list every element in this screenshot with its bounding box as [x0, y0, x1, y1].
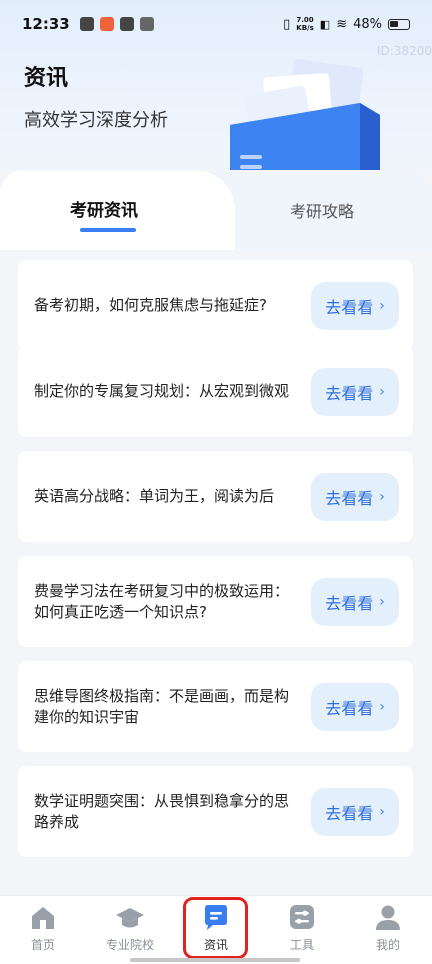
net-speed: 7.00 KB/s [296, 16, 313, 32]
user-icon [376, 905, 400, 930]
nav-tools-label: 工具 [289, 938, 314, 952]
app-notification-icon [79, 17, 94, 31]
nav-home-label: 首页 [30, 938, 55, 952]
article-title: 制定你的专属复习规划：从宏观到微观 [34, 382, 290, 400]
net-speed-unit: KB/s [296, 24, 314, 32]
view-button[interactable]: 去看看 › [311, 281, 399, 330]
status-bar: 12:33 ▯ 7.00 KB/s ◧ ≋ 48% [0, 0, 432, 48]
nav-profile-label: 我的 [375, 938, 400, 952]
status-time: 12:33 [22, 15, 70, 33]
graduation-cap-icon [116, 908, 144, 928]
view-button[interactable]: 去看看 › [311, 367, 399, 416]
chevron-right-icon: › [379, 803, 385, 820]
app-notification-icon [139, 17, 154, 31]
notification-icons [79, 17, 154, 31]
article-card[interactable]: 英语高分战略：单词为王，阅读为后 去看看 › [18, 451, 413, 542]
article-title: 数学证明题突围：从畏惧到稳拿分的思路养成 [34, 791, 290, 831]
chevron-right-icon: › [379, 297, 385, 314]
vibrate-icon: ▯ [283, 16, 291, 32]
active-tab-highlight [183, 897, 248, 959]
watermark: ID:38200 [377, 44, 432, 58]
nfc-icon: ◧ [319, 17, 331, 31]
article-card[interactable]: 思维导图终极指南：不是画画，而是构建你的知识宇宙 去看看 › [18, 661, 413, 752]
battery-level: 48% [353, 16, 382, 32]
chevron-right-icon: › [379, 593, 385, 610]
nav-schools-label: 专业院校 [105, 938, 154, 952]
home-icon [32, 907, 54, 929]
view-button-label: 去看看 [325, 297, 374, 317]
home-indicator[interactable] [130, 958, 300, 962]
article-card[interactable]: 制定你的专属复习规划：从宏观到微观 去看看 › [18, 346, 413, 437]
app-notification-icon [119, 17, 134, 31]
chevron-right-icon: › [379, 383, 385, 400]
article-card[interactable]: 费曼学习法在考研复习中的极致运用：如何真正吃透一个知识点? 去看看 › [18, 556, 413, 647]
view-button-label: 去看看 [325, 593, 374, 613]
tab-active-indicator [80, 228, 136, 232]
chevron-right-icon: › [379, 488, 385, 505]
view-button[interactable]: 去看看 › [311, 577, 399, 626]
nav-profile[interactable]: 我的 [348, 902, 428, 953]
article-title: 费曼学习法在考研复习中的极致运用：如何真正吃透一个知识点? [34, 581, 290, 621]
nav-home[interactable]: 首页 [3, 902, 83, 953]
tab-news[interactable]: 考研资讯 [70, 196, 138, 221]
wifi-icon: ≋ [336, 16, 348, 32]
article-card[interactable]: 数学证明题突围：从畏惧到稳拿分的思路养成 去看看 › [18, 766, 413, 857]
battery-icon [388, 18, 410, 30]
app-notification-icon [99, 17, 114, 31]
page-title: 资讯 [24, 66, 69, 91]
view-button-label: 去看看 [325, 803, 374, 823]
article-title: 英语高分战略：单词为王，阅读为后 [34, 487, 275, 505]
article-title: 思维导图终极指南：不是画画，而是构建你的知识宇宙 [34, 686, 290, 726]
view-button[interactable]: 去看看 › [311, 472, 399, 521]
net-speed-value: 7.00 [296, 16, 314, 24]
view-button[interactable]: 去看看 › [311, 787, 399, 836]
nav-schools[interactable]: 专业院校 [90, 902, 170, 953]
article-card[interactable]: 备考初期，如何克服焦虑与拖延症? 去看看 › [18, 260, 413, 351]
article-title: 备考初期，如何克服焦虑与拖延症? [34, 296, 267, 314]
view-button-label: 去看看 [325, 488, 374, 508]
page-subtitle: 高效学习深度分析 [24, 110, 168, 131]
status-right: ▯ 7.00 KB/s ◧ ≋ 48% [283, 16, 410, 32]
view-button-label: 去看看 [325, 698, 374, 718]
chevron-right-icon: › [379, 698, 385, 715]
tools-icon [290, 905, 314, 929]
view-button-label: 去看看 [325, 383, 374, 403]
nav-tools[interactable]: 工具 [262, 902, 342, 953]
view-button[interactable]: 去看看 › [311, 682, 399, 731]
tab-strategy[interactable]: 考研攻略 [290, 198, 354, 222]
